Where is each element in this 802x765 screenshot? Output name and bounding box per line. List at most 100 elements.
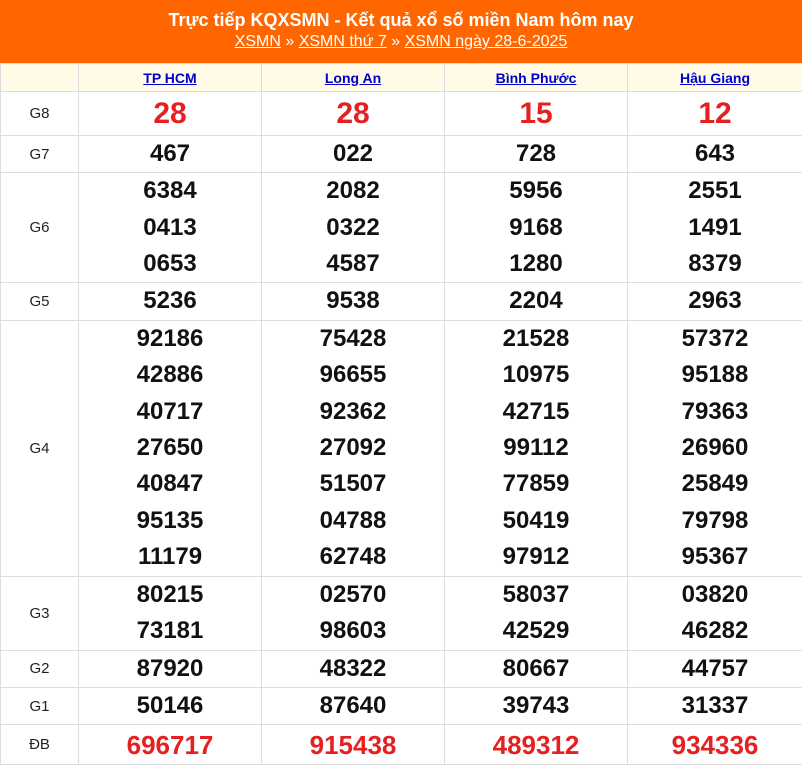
prize-cell: 9538 xyxy=(262,283,445,320)
province-link-long-an[interactable]: Long An xyxy=(325,70,381,86)
prize-number: 87640 xyxy=(262,688,444,724)
prize-number: 1491 xyxy=(628,210,802,246)
prize-number: 21528 xyxy=(445,321,627,357)
results-table: TP HCM Long An Bình Phước Hậu Giang G8 2… xyxy=(0,63,802,765)
prize-number: 467 xyxy=(79,136,261,172)
prize-row-g2: G2 87920 48322 80667 44757 xyxy=(1,650,802,687)
prize-cell: 022 xyxy=(262,136,445,173)
prize-row-g4: G4 92186 42886 40717 27650 40847 95135 1… xyxy=(1,320,802,576)
prize-cell: 2082 0322 4587 xyxy=(262,173,445,283)
prize-number: 2082 xyxy=(262,173,444,209)
prize-number: 02570 xyxy=(262,577,444,613)
prize-number: 5236 xyxy=(79,283,261,319)
jackpot-number: 489312 xyxy=(445,726,627,764)
prize-number: 95188 xyxy=(628,357,802,393)
prize-number: 27650 xyxy=(79,430,261,466)
prize-number: 42529 xyxy=(445,613,627,649)
prize-cell: 915438 xyxy=(262,725,445,765)
prize-number: 26960 xyxy=(628,430,802,466)
prize-label: G4 xyxy=(1,320,79,576)
prize-number: 15 xyxy=(445,94,627,134)
prize-number: 2963 xyxy=(628,283,802,319)
prize-number: 44757 xyxy=(628,651,802,687)
prize-label: G6 xyxy=(1,173,79,283)
prize-number: 57372 xyxy=(628,321,802,357)
province-link-binh-phuoc[interactable]: Bình Phước xyxy=(496,70,577,86)
prize-cell: 57372 95188 79363 26960 25849 79798 9536… xyxy=(628,320,802,576)
prize-cell: 80667 xyxy=(445,650,628,687)
prize-number: 95135 xyxy=(79,503,261,539)
prize-cell: 6384 0413 0653 xyxy=(79,173,262,283)
prize-cell: 80215 73181 xyxy=(79,576,262,650)
jackpot-number: 915438 xyxy=(262,726,444,764)
province-header: Long An xyxy=(262,64,445,92)
prize-cell: 643 xyxy=(628,136,802,173)
province-header: Hậu Giang xyxy=(628,64,802,92)
prize-number: 87920 xyxy=(79,651,261,687)
jackpot-number: 696717 xyxy=(79,726,261,764)
breadcrumb-separator: » xyxy=(281,33,299,50)
breadcrumb-separator: » xyxy=(387,33,405,50)
prize-label: G1 xyxy=(1,687,79,724)
prize-label: G2 xyxy=(1,650,79,687)
prize-cell: 2204 xyxy=(445,283,628,320)
page-header: Trực tiếp KQXSMN - Kết quả xổ số miền Na… xyxy=(0,0,802,63)
prize-number: 73181 xyxy=(79,613,261,649)
prize-number: 31337 xyxy=(628,688,802,724)
prize-number: 0413 xyxy=(79,210,261,246)
prize-number: 99112 xyxy=(445,430,627,466)
prize-row-g7: G7 467 022 728 643 xyxy=(1,136,802,173)
prize-number: 96655 xyxy=(262,357,444,393)
prize-cell: 58037 42529 xyxy=(445,576,628,650)
prize-cell: 48322 xyxy=(262,650,445,687)
prize-cell: 28 xyxy=(262,92,445,136)
prize-number: 04788 xyxy=(262,503,444,539)
prize-number: 92362 xyxy=(262,394,444,430)
prize-row-g3: G3 80215 73181 02570 98603 58037 42529 0… xyxy=(1,576,802,650)
prize-cell: 03820 46282 xyxy=(628,576,802,650)
prize-number: 2204 xyxy=(445,283,627,319)
prize-cell: 934336 xyxy=(628,725,802,765)
breadcrumb-xsmn[interactable]: XSMN xyxy=(235,33,281,50)
prize-number: 0322 xyxy=(262,210,444,246)
prize-number: 95367 xyxy=(628,539,802,575)
prize-number: 643 xyxy=(628,136,802,172)
prize-number: 4587 xyxy=(262,246,444,282)
prize-number: 77859 xyxy=(445,466,627,502)
prize-cell: 31337 xyxy=(628,687,802,724)
prize-cell: 696717 xyxy=(79,725,262,765)
breadcrumb-xsmn-date[interactable]: XSMN ngày 28-6-2025 xyxy=(405,33,568,50)
prize-number: 8379 xyxy=(628,246,802,282)
prize-number: 79798 xyxy=(628,503,802,539)
prize-cell: 87640 xyxy=(262,687,445,724)
prize-number: 11179 xyxy=(79,539,261,575)
prize-cell: 5956 9168 1280 xyxy=(445,173,628,283)
prize-row-g6: G6 6384 0413 0653 2082 0322 4587 5956 91… xyxy=(1,173,802,283)
prize-number: 46282 xyxy=(628,613,802,649)
prize-number: 58037 xyxy=(445,577,627,613)
prize-label: G3 xyxy=(1,576,79,650)
prize-number: 79363 xyxy=(628,394,802,430)
prize-cell: 92186 42886 40717 27650 40847 95135 1117… xyxy=(79,320,262,576)
prize-number: 10975 xyxy=(445,357,627,393)
prize-cell: 15 xyxy=(445,92,628,136)
prize-number: 97912 xyxy=(445,539,627,575)
prize-cell: 21528 10975 42715 99112 77859 50419 9791… xyxy=(445,320,628,576)
prize-number: 9538 xyxy=(262,283,444,319)
prize-cell: 50146 xyxy=(79,687,262,724)
prize-row-db: ĐB 696717 915438 489312 934336 xyxy=(1,725,802,765)
prize-number: 51507 xyxy=(262,466,444,502)
province-link-hau-giang[interactable]: Hậu Giang xyxy=(680,70,750,86)
prize-number: 42886 xyxy=(79,357,261,393)
prize-cell: 489312 xyxy=(445,725,628,765)
province-header-row: TP HCM Long An Bình Phước Hậu Giang xyxy=(1,64,802,92)
prize-row-g1: G1 50146 87640 39743 31337 xyxy=(1,687,802,724)
prize-number: 50146 xyxy=(79,688,261,724)
breadcrumb-xsmn-thu-7[interactable]: XSMN thứ 7 xyxy=(299,33,387,50)
prize-number: 03820 xyxy=(628,577,802,613)
province-header: TP HCM xyxy=(79,64,262,92)
prize-number: 39743 xyxy=(445,688,627,724)
prize-cell: 02570 98603 xyxy=(262,576,445,650)
province-header: Bình Phước xyxy=(445,64,628,92)
province-link-tp-hcm[interactable]: TP HCM xyxy=(143,70,196,86)
